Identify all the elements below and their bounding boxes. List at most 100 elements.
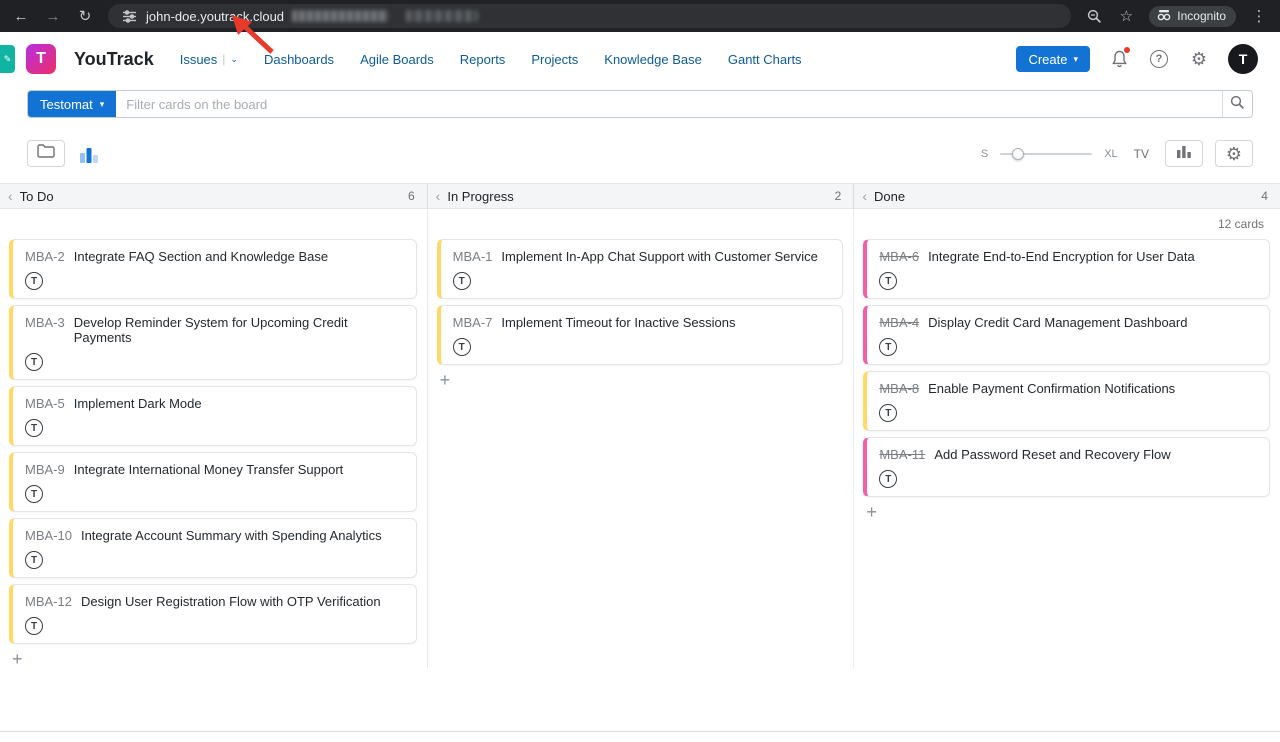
create-button[interactable]: Create ▾ — [1016, 46, 1090, 72]
card-id[interactable]: MBA-3 — [25, 315, 65, 330]
group-folder-button[interactable] — [27, 140, 65, 167]
assignee-avatar[interactable]: T — [879, 470, 897, 488]
tv-mode-button[interactable]: TV — [1134, 147, 1149, 161]
card-header-row: MBA-5Implement Dark Mode — [25, 396, 404, 411]
bar-chart-icon — [1176, 144, 1192, 163]
settings-gear-icon[interactable]: ⚙ — [1188, 48, 1210, 70]
app-header: ✎ T YouTrack Issues|⌄DashboardsAgile Boa… — [0, 32, 1280, 86]
card-MBA-11[interactable]: MBA-11 Add Password Reset and Recovery Fl… — [863, 437, 1270, 497]
board-column-done: MBA-6Integrate End-to-End Encryption for… — [853, 209, 1280, 668]
forward-icon[interactable]: → — [44, 7, 62, 25]
assignee-avatar[interactable]: T — [879, 338, 897, 356]
card-MBA-2[interactable]: MBA-2Integrate FAQ Section and Knowledge… — [9, 239, 417, 299]
board-settings-button[interactable]: ⚙ — [1215, 140, 1253, 167]
card-header-row: MBA-7 Implement Timeout for Inactive Sess… — [453, 315, 831, 330]
card-footer-row: T — [25, 419, 404, 437]
assignee-avatar[interactable]: T — [25, 551, 43, 569]
card-id[interactable]: MBA-7 — [453, 315, 493, 330]
reload-icon[interactable]: ↻ — [76, 7, 94, 25]
card-id[interactable]: MBA-5 — [25, 396, 65, 411]
card-MBA-7[interactable]: MBA-7 Implement Timeout for Inactive Sess… — [437, 305, 844, 365]
board-chart-button[interactable] — [1165, 140, 1203, 167]
zoom-icon[interactable] — [1085, 7, 1103, 25]
card-title: Integrate Account Summary with Spending … — [81, 528, 382, 543]
notifications-bell-icon[interactable] — [1108, 48, 1130, 70]
youtrack-logo[interactable]: T — [26, 44, 56, 74]
card-MBA-12[interactable]: MBA-12Design User Registration Flow with… — [9, 584, 417, 644]
card-MBA-4[interactable]: MBA-4 Display Credit Card Management Dash… — [863, 305, 1270, 365]
card-MBA-9[interactable]: MBA-9Integrate International Money Trans… — [9, 452, 417, 512]
card-id[interactable]: MBA-6 — [879, 249, 919, 264]
sidebar-edit-handle[interactable]: ✎ — [0, 45, 15, 73]
add-card-button[interactable]: + — [440, 371, 456, 389]
collapse-column-icon[interactable]: ‹ — [436, 188, 441, 204]
address-bar[interactable]: john-doe.youtrack.cloud — [108, 4, 1071, 28]
board-filter-bar: Testomat ▾ — [27, 90, 1253, 118]
slider-knob[interactable] — [1012, 148, 1024, 160]
nav-label: Knowledge Base — [604, 52, 702, 67]
back-icon[interactable]: ← — [12, 7, 30, 25]
card-id[interactable]: MBA-11 — [879, 447, 925, 462]
card-id[interactable]: MBA-2 — [25, 249, 65, 264]
site-settings-icon[interactable] — [120, 7, 138, 25]
help-icon[interactable]: ? — [1148, 48, 1170, 70]
card-title: Add Password Reset and Recovery Flow — [934, 447, 1170, 462]
url-redaction — [292, 10, 388, 22]
main-nav: Issues|⌄ Dashboards Agile Boards Reports Pro… — [180, 52, 999, 67]
card-MBA-5[interactable]: MBA-5Implement Dark Mode T — [9, 386, 417, 446]
card-id[interactable]: MBA-9 — [25, 462, 65, 477]
nav-reports[interactable]: Reports — [460, 52, 506, 67]
assignee-avatar[interactable]: T — [25, 485, 43, 503]
assignee-avatar[interactable]: T — [25, 419, 43, 437]
filter-cards-input[interactable] — [116, 91, 1222, 117]
bookmark-star-icon[interactable]: ☆ — [1117, 7, 1135, 25]
card-title: Display Credit Card Management Dashboard — [928, 315, 1187, 330]
assignee-avatar[interactable]: T — [25, 617, 43, 635]
nav-divider: | — [222, 52, 225, 66]
add-card-button[interactable]: + — [12, 650, 28, 668]
card-MBA-10[interactable]: MBA-10 Integrate Account Summary with Spe… — [9, 518, 417, 578]
nav-agile-boards[interactable]: Agile Boards — [360, 52, 434, 67]
search-button[interactable] — [1222, 91, 1252, 117]
board-columns: MBA-2Integrate FAQ Section and Knowledge… — [0, 209, 1280, 668]
nav-dashboards[interactable]: Dashboards — [264, 52, 334, 67]
card-id[interactable]: MBA-10 — [25, 528, 72, 543]
card-footer-row: T — [879, 404, 1257, 422]
project-selector-button[interactable]: Testomat ▾ — [28, 91, 116, 117]
nav-gantt-charts[interactable]: Gantt Charts — [728, 52, 802, 67]
card-title: Implement Timeout for Inactive Sessions — [501, 315, 735, 330]
swimlanes-chart-icon[interactable] — [79, 145, 99, 163]
assignee-avatar[interactable]: T — [453, 272, 471, 290]
browser-menu-icon[interactable]: ⋮ — [1250, 7, 1268, 25]
card-header-row: MBA-11 Add Password Reset and Recovery Fl… — [879, 447, 1257, 462]
card-MBA-1[interactable]: MBA-1Implement In-App Chat Support with … — [437, 239, 844, 299]
card-footer-row: T — [25, 617, 404, 635]
card-id[interactable]: MBA-4 — [879, 315, 919, 330]
column-header-done: ‹Done4 — [853, 184, 1280, 208]
collapse-column-icon[interactable]: ‹ — [862, 188, 867, 204]
card-MBA-3[interactable]: MBA-3Develop Reminder System for Upcomin… — [9, 305, 417, 380]
assignee-avatar[interactable]: T — [879, 404, 897, 422]
card-id[interactable]: MBA-1 — [453, 249, 493, 264]
add-card-button[interactable]: + — [866, 503, 882, 521]
nav-label: Agile Boards — [360, 52, 434, 67]
assignee-avatar[interactable]: T — [25, 353, 43, 371]
assignee-avatar[interactable]: T — [25, 272, 43, 290]
assignee-avatar[interactable]: T — [879, 272, 897, 290]
card-size-slider[interactable] — [1000, 147, 1092, 161]
card-MBA-6[interactable]: MBA-6Integrate End-to-End Encryption for… — [863, 239, 1270, 299]
nav-issues[interactable]: Issues|⌄ — [180, 52, 238, 67]
nav-projects[interactable]: Projects — [531, 52, 578, 67]
card-MBA-8[interactable]: MBA-8Enable Payment Confirmation Notific… — [863, 371, 1270, 431]
assignee-avatar[interactable]: T — [453, 338, 471, 356]
gear-icon: ⚙ — [1226, 145, 1242, 163]
collapse-column-icon[interactable]: ‹ — [8, 188, 13, 204]
user-avatar[interactable]: T — [1228, 44, 1258, 74]
card-id[interactable]: MBA-12 — [25, 594, 72, 609]
column-name: In Progress — [447, 189, 513, 204]
url-text[interactable]: john-doe.youtrack.cloud — [146, 9, 284, 24]
card-id[interactable]: MBA-8 — [879, 381, 919, 396]
column-count: 4 — [1261, 189, 1268, 203]
nav-knowledge-base[interactable]: Knowledge Base — [604, 52, 702, 67]
card-footer-row: T — [25, 485, 404, 503]
